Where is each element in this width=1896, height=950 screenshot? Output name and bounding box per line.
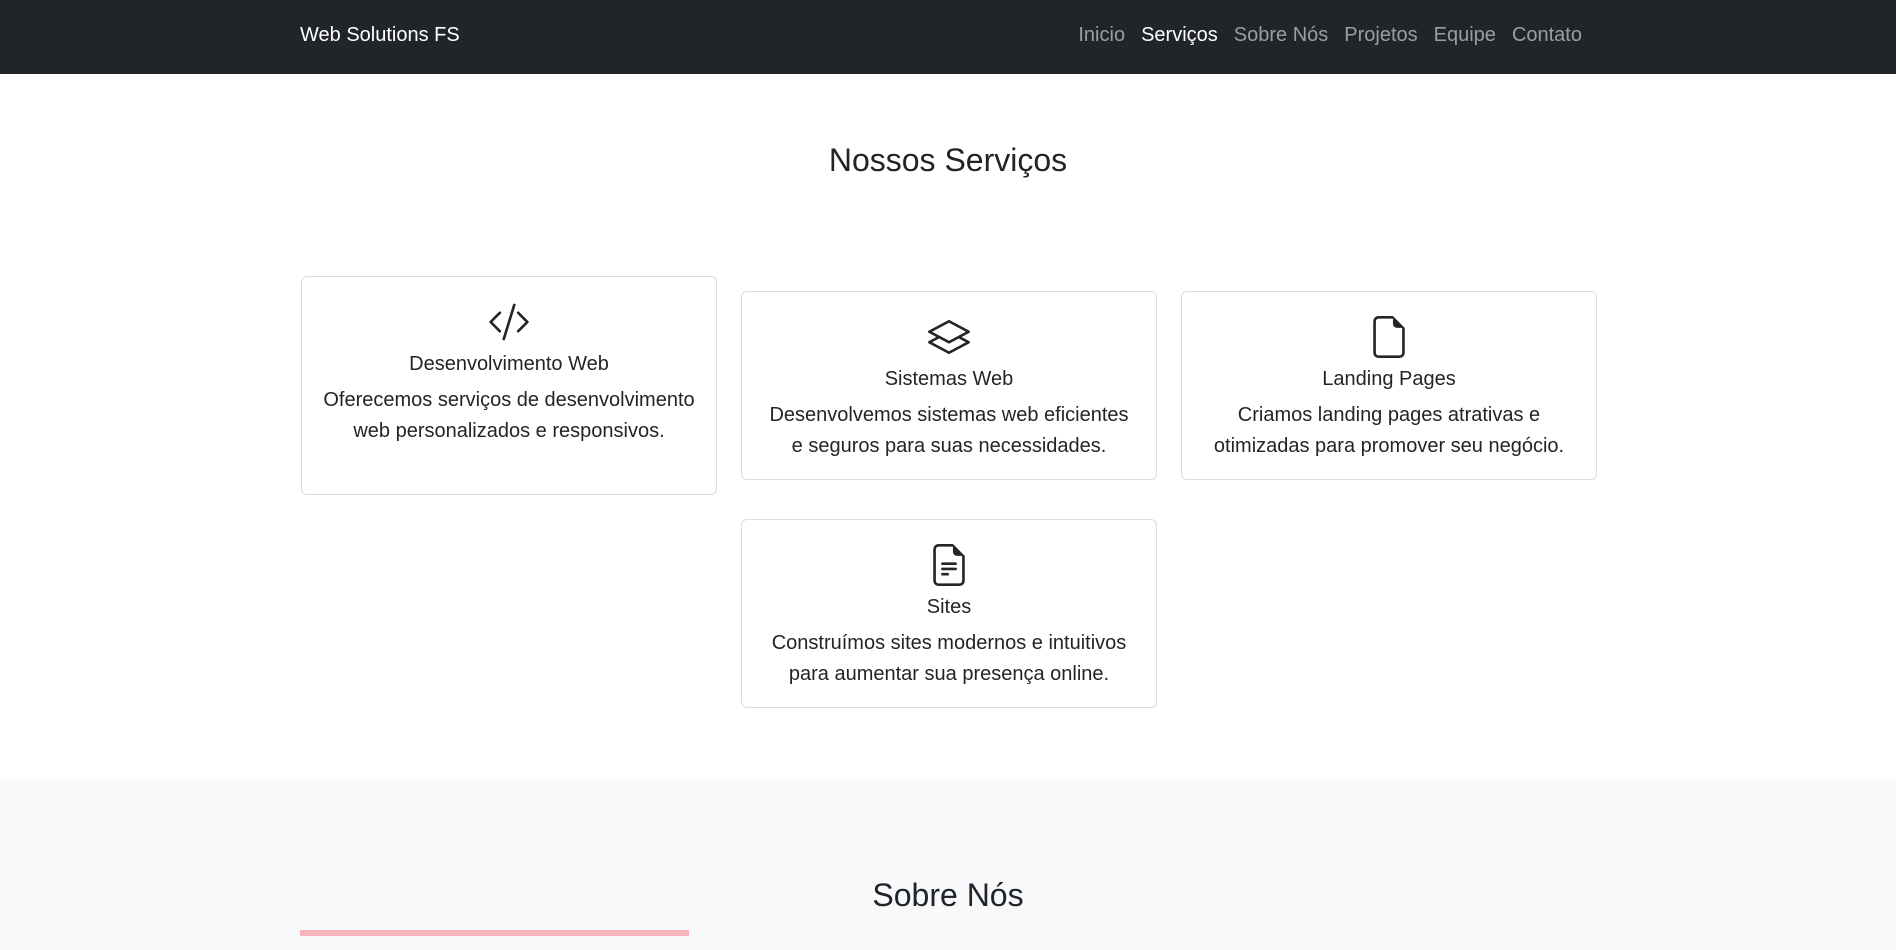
service-card-landing-pages: Landing Pages Criamos landing pages atra…: [1181, 291, 1597, 480]
nav-link-sobre-nos[interactable]: Sobre Nós: [1226, 22, 1337, 48]
card-title: Sistemas Web: [884, 368, 1014, 390]
services-title: Nossos Serviços: [828, 142, 1068, 178]
service-card-sites: Sites Construímos sites modernos e intui…: [741, 519, 1157, 708]
nav-link-projetos[interactable]: Projetos: [1336, 22, 1425, 48]
card-text: Construímos sites modernos e intuitivos …: [771, 632, 1127, 685]
file-text-icon: [933, 544, 965, 586]
card-title: Desenvolvimento Web: [409, 353, 609, 375]
card-text: Oferecemos serviços de desenvolvimento w…: [323, 389, 695, 442]
nav-link-contato[interactable]: Contato: [1504, 22, 1590, 48]
service-card-sistemas-web: Sistemas Web Desenvolvemos sistemas web …: [741, 291, 1157, 480]
layers-icon: [928, 319, 970, 355]
about-title: Sobre Nós: [872, 877, 1024, 913]
about-accent-bar: [300, 930, 689, 936]
card-title: Landing Pages: [1322, 368, 1456, 390]
nav-link-inicio[interactable]: Inicio: [1070, 22, 1133, 48]
service-card-desenvolvimento-web: Desenvolvimento Web Oferecemos serviços …: [301, 276, 717, 495]
card-text: Desenvolvemos sistemas web eficientes e …: [769, 404, 1129, 457]
navbar-brand[interactable]: Web Solutions FS: [300, 22, 460, 48]
nav-links: Inicio Serviços Sobre Nós Projetos Equip…: [1070, 22, 1590, 48]
nav-link-equipe[interactable]: Equipe: [1426, 22, 1504, 48]
card-title: Sites: [926, 596, 972, 618]
code-icon: [489, 303, 529, 341]
nav-link-servicos[interactable]: Serviços: [1133, 22, 1226, 48]
about-section: Sobre Nós: [0, 780, 1896, 950]
card-text: Criamos landing pages atrativas e otimiz…: [1213, 404, 1565, 457]
navbar: Web Solutions FS Inicio Serviços Sobre N…: [0, 0, 1896, 74]
file-icon: [1373, 316, 1405, 358]
